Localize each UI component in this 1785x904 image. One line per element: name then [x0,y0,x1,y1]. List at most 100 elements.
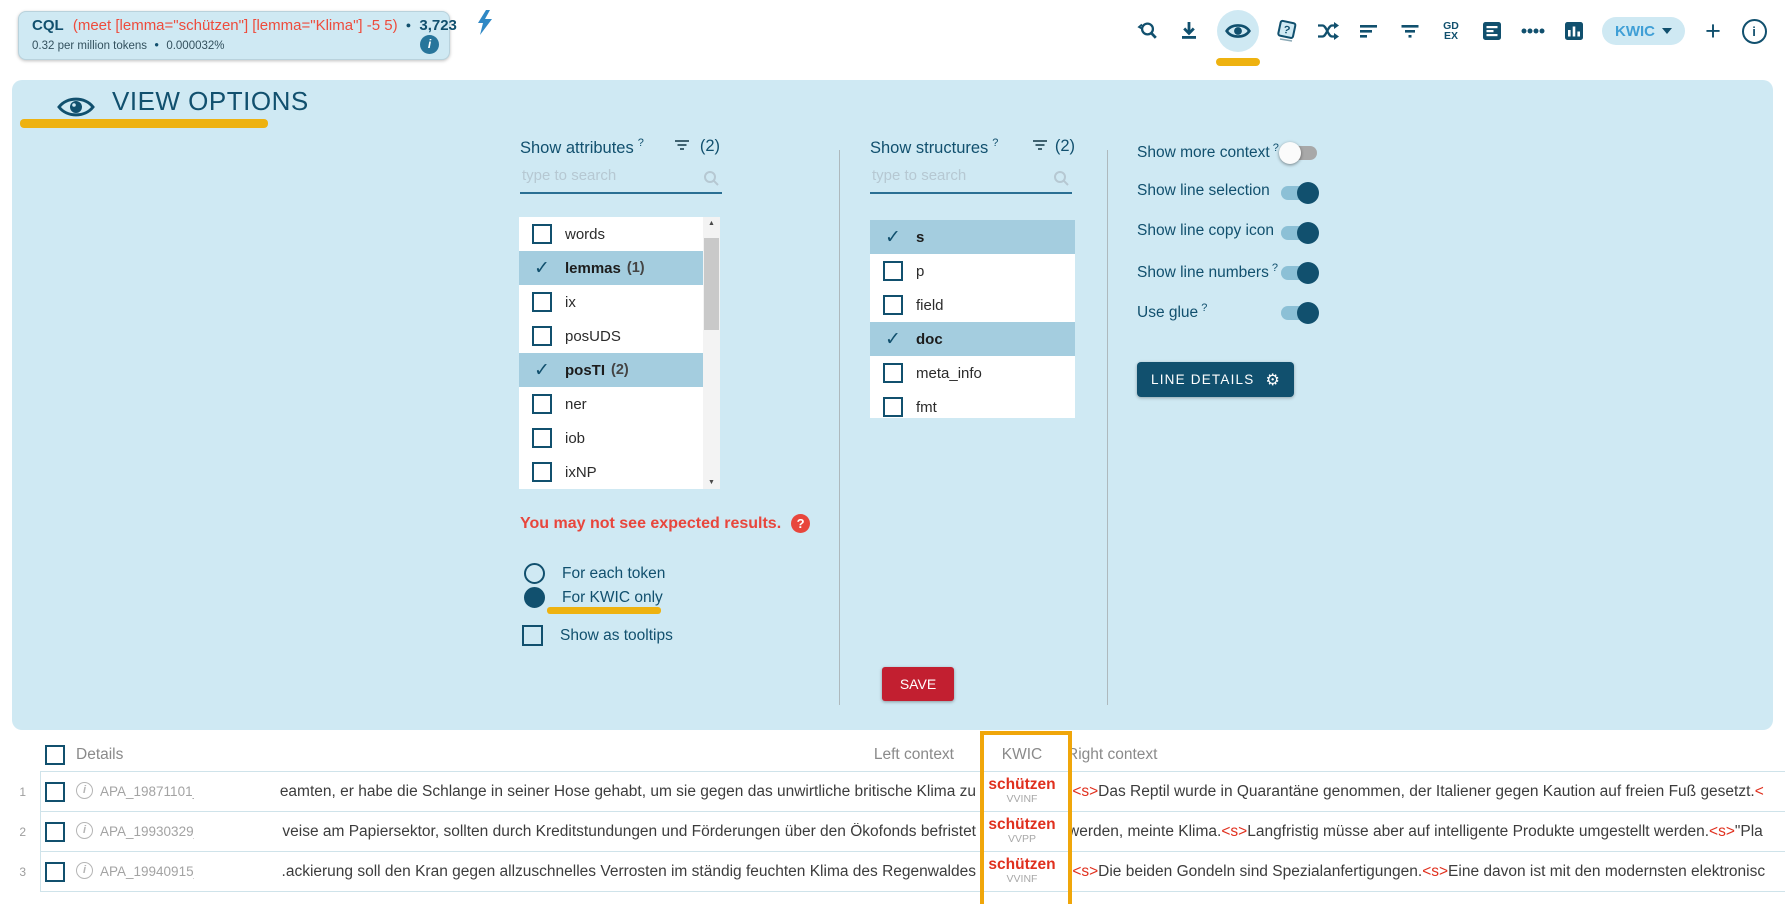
structure-item-doc[interactable]: ✓doc [870,322,1075,356]
table-row[interactable]: 3iAPA_19940915_AP....ackierung soll den … [0,851,1785,891]
radio-for-kwic-only[interactable]: For KWIC only [524,587,663,608]
query-info-icon[interactable]: i [420,35,439,54]
right-context-text: Langfristig müsse aber auf intelligente … [1247,823,1709,840]
radio-icon[interactable] [524,563,545,584]
gdex-icon[interactable]: GD EX [1438,16,1464,46]
warning-row: You may not see expected results. ? [520,514,810,533]
toggle-switch[interactable] [1281,306,1317,320]
attributes-search-input[interactable] [520,166,702,185]
line-checkbox[interactable] [45,822,65,842]
row-separator [40,851,1785,852]
kwic-cell[interactable]: schützenVVINF [978,776,1066,805]
attribute-item-ner[interactable]: ner [519,387,720,421]
toggle-switch[interactable] [1281,186,1317,200]
toggle-switch[interactable] [1281,266,1317,280]
query-summary-card[interactable]: CQL (meet [lemma="schützen"] [lemma="Kli… [18,11,450,60]
line-checkbox[interactable] [45,862,65,882]
attribute-item-posUDS[interactable]: posUDS [519,319,720,353]
attributes-scrollbar[interactable]: ▲ ▼ [703,217,720,489]
structure-item-fmt[interactable]: fmt [870,390,1075,424]
view-options-icon-active[interactable] [1217,10,1259,52]
checkbox[interactable] [522,625,543,646]
help-mark[interactable]: ? [992,137,998,149]
download-icon[interactable] [1176,16,1202,46]
query-line: CQL (meet [lemma="schützen"] [lemma="Kli… [32,17,457,34]
line-info-icon[interactable]: i [76,782,93,799]
frequency-chart-icon[interactable] [1561,16,1587,46]
item-label: ner [565,396,587,413]
checkbox[interactable] [532,224,552,244]
checkbox[interactable] [532,462,552,482]
toggle-switch[interactable] [1281,226,1317,240]
help-mark[interactable]: ? [1201,302,1207,314]
help-mark[interactable]: ? [1272,262,1278,274]
add-icon[interactable]: + [1700,16,1726,46]
attribute-item-words[interactable]: words [519,217,720,251]
radio-for-each-token[interactable]: For each token [524,563,665,584]
checkbox[interactable] [532,326,552,346]
structure-item-s[interactable]: ✓s [870,220,1075,254]
document-id[interactable]: APA_19940915_AP... [100,864,194,879]
line-details-button[interactable]: LINE DETAILS ⚙ [1137,362,1294,397]
random-sample-help-icon[interactable]: ? [1274,16,1300,46]
sort-icon[interactable] [1356,16,1382,46]
checkbox[interactable] [532,428,552,448]
kwic-cell[interactable]: schützenVVINF [978,856,1066,885]
help-mark[interactable]: ? [638,137,644,149]
checkbox[interactable] [532,292,552,312]
filter-icon[interactable] [1397,16,1423,46]
attribute-item-iob[interactable]: iob [519,421,720,455]
help-mark[interactable]: ? [1273,142,1279,154]
structures-search-input[interactable] [870,166,1052,185]
structure-tag: <s> [1422,863,1448,880]
scroll-down-icon[interactable]: ▼ [703,476,720,489]
show-attributes-title: Show attributes [520,139,634,157]
checkbox[interactable] [883,261,903,281]
document-id[interactable]: APA_19930329_AP... [100,824,194,839]
table-row[interactable]: 1iAPA_19871101_AP...eamten, er habe die … [0,771,1785,811]
shuffle-icon[interactable] [1315,16,1341,46]
attribute-item-lemmas[interactable]: ✓lemmas(1) [519,251,720,285]
attribute-item-posTI[interactable]: ✓posTI(2) [519,353,720,387]
more-options-icon[interactable] [1520,16,1546,46]
scrollbar-thumb[interactable] [704,238,719,330]
separator-dot: ● [154,40,159,49]
table-row[interactable]: 2iAPA_19930329_AP...veise am Papiersekto… [0,811,1785,851]
attributes-filter-icon[interactable] [674,140,689,152]
structures-count: (2) [1055,137,1075,156]
save-button[interactable]: SAVE [882,667,954,701]
toggle-switch[interactable] [1281,146,1317,160]
check-icon: ✓ [532,257,552,280]
select-all-checkbox[interactable] [45,745,65,765]
radio-icon[interactable] [524,587,545,608]
line-checkbox[interactable] [45,782,65,802]
right-context-text: "Pla [1735,823,1763,840]
checkbox[interactable] [883,363,903,383]
structure-item-p[interactable]: p [870,254,1075,288]
line-info-icon[interactable]: i [76,822,93,839]
structures-filter-icon[interactable] [1032,140,1047,152]
line-info-icon[interactable]: i [76,862,93,879]
structure-item-meta_info[interactable]: meta_info [870,356,1075,390]
text-types-icon[interactable] [1479,16,1505,46]
structure-item-field[interactable]: field [870,288,1075,322]
document-id[interactable]: APA_19871101_AP... [100,784,194,799]
attribute-item-ixNP[interactable]: ixNP [519,455,720,489]
left-context-header: Left context [810,746,954,764]
kwic-cell[interactable]: schützenVVPP [978,816,1066,845]
refine-search-icon[interactable] [1135,16,1161,46]
flash-icon[interactable] [474,9,496,37]
view-mode-selector[interactable]: KWIC [1602,17,1685,45]
item-label: ix [565,294,576,311]
toggle-knob [1279,142,1301,164]
scroll-up-icon[interactable]: ▲ [703,217,720,230]
checkbox[interactable] [883,295,903,315]
checkbox[interactable] [532,394,552,414]
view-mode-label: KWIC [1615,23,1655,40]
attribute-item-ix[interactable]: ix [519,285,720,319]
warning-help-icon[interactable]: ? [791,514,810,533]
column-divider [839,150,840,705]
page-info-icon[interactable]: i [1741,16,1767,46]
checkbox[interactable] [883,397,903,417]
show-as-tooltips-option[interactable]: Show as tooltips [522,625,673,646]
